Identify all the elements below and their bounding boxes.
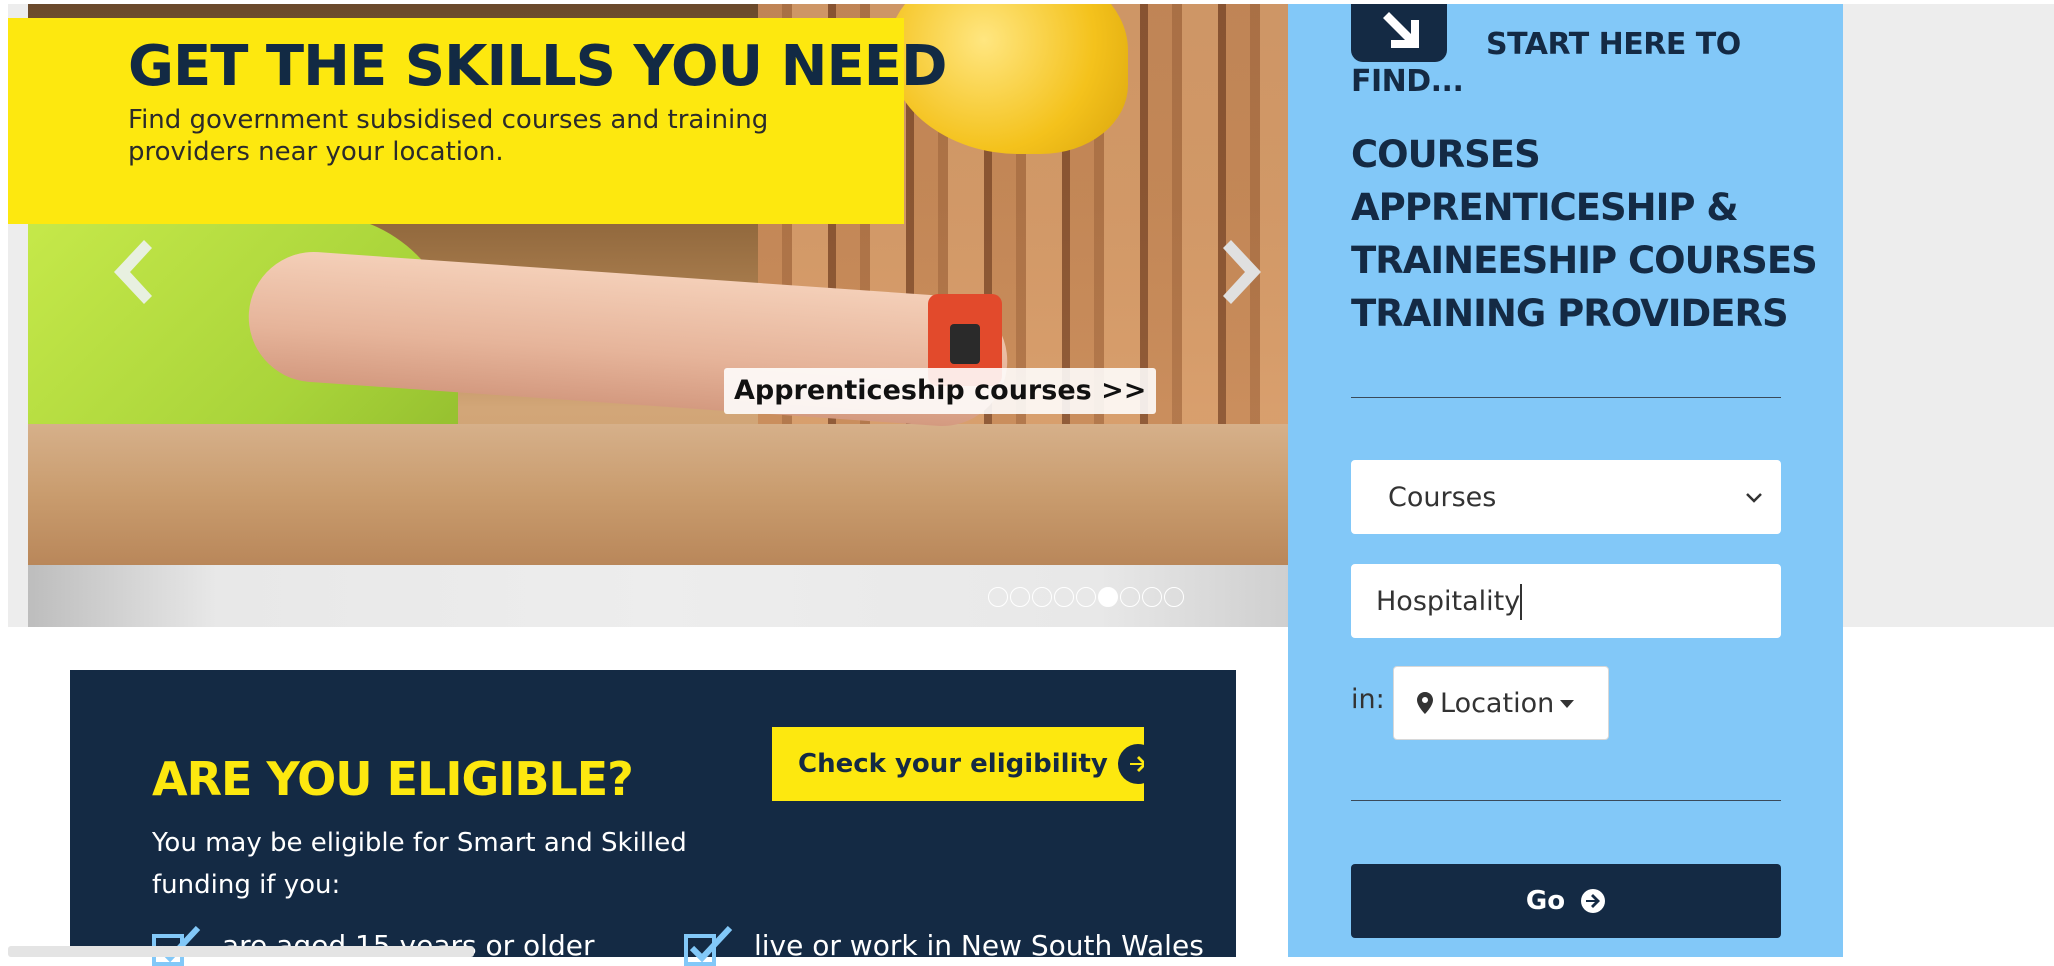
hero-title: GET THE SKILLS YOU NEED	[128, 34, 947, 99]
criteria-text: live or work in New South Wales	[754, 929, 1204, 962]
horizontal-scrollbar[interactable]	[8, 946, 474, 957]
go-label: Go	[1525, 886, 1566, 916]
chevron-left-icon	[114, 240, 152, 304]
search-type-value: Courses	[1388, 482, 1497, 513]
check-eligibility-label: Check your eligibility	[798, 749, 1108, 779]
carousel-dot[interactable]	[1010, 587, 1030, 607]
hero-image-bench	[28, 424, 1288, 565]
carousel-dot[interactable]	[1142, 587, 1162, 607]
chevron-right-icon	[1223, 240, 1261, 304]
search-panel: START HERE TO FIND... COURSES APPRENTICE…	[1288, 4, 1843, 957]
carousel-dot[interactable]	[988, 587, 1008, 607]
carousel-next-button[interactable]	[1215, 232, 1275, 312]
location-dropdown-button[interactable]: Location	[1393, 666, 1609, 740]
keyword-input[interactable]	[1351, 564, 1781, 638]
carousel-indicators	[988, 587, 1184, 607]
carousel-dot[interactable]	[1054, 587, 1074, 607]
carousel-dot[interactable]	[1098, 587, 1118, 607]
search-option: TRAINEESHIP COURSES	[1351, 239, 1818, 282]
location-label: Location	[1440, 687, 1555, 719]
slide-caption-link[interactable]: Apprenticeship courses >>	[724, 368, 1157, 414]
carousel-dot[interactable]	[1076, 587, 1096, 607]
map-marker-icon	[1417, 691, 1433, 714]
check-eligibility-button[interactable]: Check your eligibility	[772, 727, 1144, 801]
eligibility-section: ARE YOU ELIGIBLE? You may be eligible fo…	[70, 670, 1236, 966]
hero-subtitle: Find government subsidised courses and t…	[128, 105, 769, 167]
search-panel-heading: START HERE TO FIND...	[1351, 27, 1741, 99]
carousel-prev-button[interactable]	[100, 232, 160, 312]
arrow-circle-right-icon	[1118, 744, 1144, 784]
search-option: COURSES	[1351, 133, 1541, 176]
text-cursor	[1520, 584, 1522, 620]
divider	[1351, 800, 1781, 801]
eligibility-description: You may be eligible for Smart and Skille…	[152, 828, 687, 900]
carousel-dot[interactable]	[1120, 587, 1140, 607]
caret-down-icon	[1560, 699, 1575, 708]
checkbox-checked-icon	[684, 926, 733, 966]
go-button[interactable]: Go	[1351, 864, 1781, 938]
search-options-list: COURSES APPRENTICESHIP & TRAINEESHIP COU…	[1351, 128, 1818, 340]
carousel-dot[interactable]	[1032, 587, 1052, 607]
search-type-select[interactable]: Courses	[1351, 460, 1781, 534]
carousel-dot[interactable]	[1164, 587, 1184, 607]
divider	[1351, 397, 1781, 398]
chevron-down-icon	[1746, 493, 1762, 503]
criteria-item: live or work in New South Wales	[684, 926, 1204, 966]
arrow-circle-right-icon	[1581, 889, 1606, 913]
search-option: APPRENTICESHIP &	[1351, 186, 1739, 229]
eligibility-title: ARE YOU ELIGIBLE?	[152, 752, 634, 806]
search-option: TRAINING PROVIDERS	[1351, 292, 1789, 335]
location-in-label: in:	[1351, 684, 1385, 715]
